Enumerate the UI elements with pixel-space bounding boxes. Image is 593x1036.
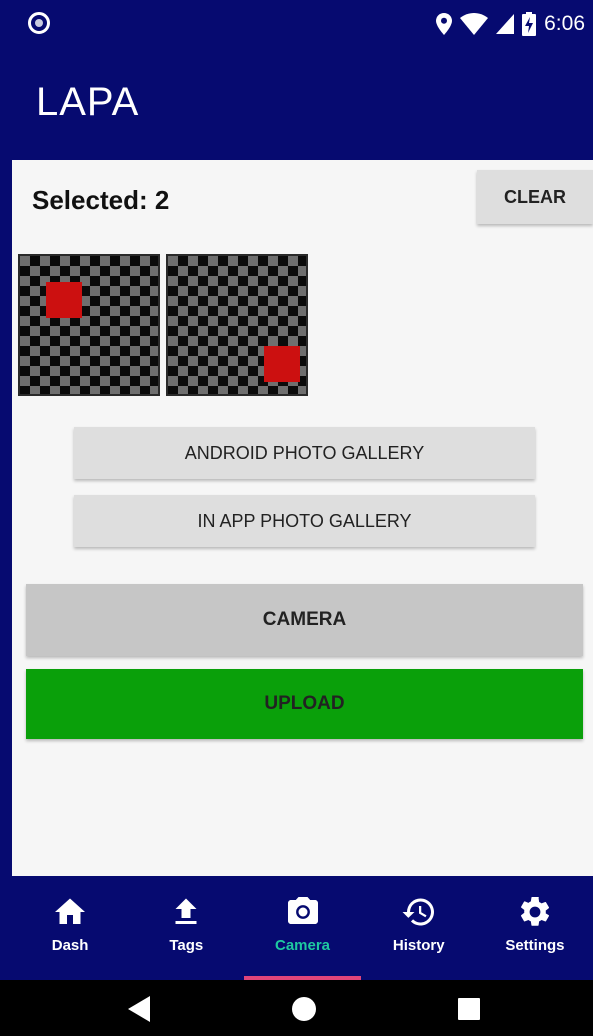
in-app-photo-gallery-button[interactable]: IN APP PHOTO GALLERY: [74, 495, 535, 547]
location-pin-icon: [436, 13, 453, 35]
history-icon: [402, 898, 434, 926]
camera-button[interactable]: CAMERA: [26, 584, 583, 656]
nav-label: History: [392, 937, 445, 954]
nav-label: Camera: [274, 937, 331, 954]
upload-button[interactable]: UPLOAD: [26, 669, 583, 739]
selected-thumbnails: [18, 254, 308, 396]
app-bar: LAPA: [12, 50, 593, 160]
selected-thumbnail[interactable]: [166, 254, 308, 396]
nav-item-camera[interactable]: Camera: [244, 876, 361, 980]
app-title: LAPA: [36, 80, 140, 124]
selected-count-label: Selected: 2: [32, 185, 170, 215]
nav-label: Settings: [505, 937, 565, 954]
android-photo-gallery-button[interactable]: ANDROID PHOTO GALLERY: [74, 427, 535, 479]
status-icons: 6:06: [436, 10, 585, 38]
camera-icon: [287, 897, 318, 924]
thumbnail-marker: [264, 346, 300, 382]
notification-circle-icon: [28, 12, 50, 34]
gear-icon: [520, 896, 549, 926]
nav-item-tags[interactable]: Tags: [128, 876, 244, 980]
thumbnail-marker: [46, 282, 82, 318]
home-circle-icon[interactable]: [292, 997, 316, 1021]
upload-icon: [175, 898, 197, 924]
phone-screen: 6:06 LAPA Selected: 2 CLEAR ANDROID PHOT…: [0, 0, 593, 1036]
selected-thumbnail[interactable]: [18, 254, 160, 396]
back-icon[interactable]: [128, 996, 152, 1022]
system-navigation-bar: [0, 980, 593, 1036]
bottom-navigation: Dash Tags Camera History Settings: [12, 876, 593, 980]
signal-icon: [496, 14, 515, 34]
clear-button[interactable]: CLEAR: [477, 170, 593, 224]
wifi-icon: [460, 13, 489, 35]
nav-label: Tags: [169, 937, 204, 954]
home-icon: [55, 898, 86, 924]
nav-label: Dash: [51, 937, 89, 954]
recents-icon[interactable]: [458, 998, 480, 1020]
status-time: 6:06: [544, 12, 585, 35]
status-bar: 6:06: [12, 0, 593, 50]
battery-charging-icon: [522, 12, 537, 36]
nav-item-dash[interactable]: Dash: [12, 876, 128, 980]
camera-screen-content: Selected: 2 CLEAR ANDROID PHOTO GALLERY …: [12, 160, 593, 876]
nav-item-settings[interactable]: Settings: [477, 876, 593, 980]
nav-item-history[interactable]: History: [361, 876, 477, 980]
